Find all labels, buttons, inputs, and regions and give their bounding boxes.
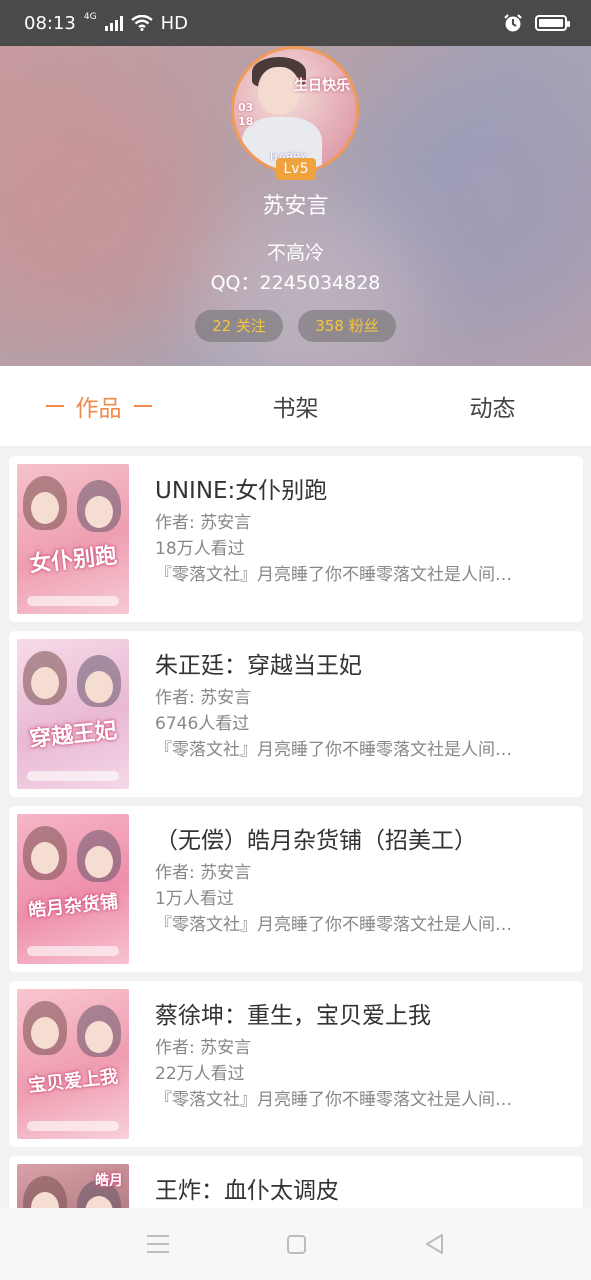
- tab-works[interactable]: 作品: [0, 366, 197, 446]
- alarm-icon: [504, 14, 522, 32]
- work-title: （无偿）皓月杂货铺（招美工）: [155, 828, 477, 854]
- work-card[interactable]: 皓月杂货铺 （无偿）皓月杂货铺（招美工） 作者: 苏安言 1万人看过 『零落文社…: [9, 806, 583, 972]
- work-title: 王炸：血仆太调皮: [155, 1178, 339, 1204]
- following-count-button[interactable]: 22 关注: [195, 310, 283, 342]
- work-card[interactable]: 穿越王妃 朱正廷：穿越当王妃 作者: 苏安言 6746人看过 『零落文社』月亮睡…: [9, 631, 583, 797]
- hd-indicator: HD: [160, 12, 188, 34]
- avatar-birthday-text: 生日快乐: [294, 78, 350, 94]
- work-views: 6746人看过: [155, 714, 250, 734]
- status-bar: 08:13 4G HD: [0, 0, 591, 46]
- works-list: 女仆别跑 UNINE:女仆别跑 作者: 苏安言 18万人看过 『零落文社』月亮睡…: [9, 456, 583, 1280]
- battery-icon: [535, 15, 570, 31]
- menu-icon[interactable]: [147, 1235, 169, 1253]
- work-views: 18万人看过: [155, 539, 245, 559]
- book-cover: 宝贝爱上我: [17, 989, 129, 1139]
- signal-icon: [104, 15, 123, 31]
- work-title: UNINE:女仆别跑: [155, 478, 328, 504]
- book-cover: 皓月杂货铺: [17, 814, 129, 964]
- avatar-date: 03 18: [238, 101, 254, 128]
- work-author: 作者: 苏安言: [155, 688, 252, 708]
- network-type: 4G: [83, 11, 97, 22]
- work-title: 蔡徐坤：重生，宝贝爱上我: [155, 1003, 431, 1029]
- home-icon[interactable]: [287, 1234, 306, 1254]
- level-badge: Lv5: [276, 158, 316, 180]
- work-author: 作者: 苏安言: [155, 513, 252, 533]
- work-description: 『零落文社』月亮睡了你不睡零落文社是人间…: [155, 1090, 512, 1110]
- fans-count-button[interactable]: 358 粉丝: [298, 310, 396, 342]
- profile-tabs: 作品 书架 动态: [0, 366, 591, 446]
- status-right: [503, 13, 570, 33]
- work-views: 1万人看过: [155, 889, 234, 909]
- avatar[interactable]: 03 18 生日快乐 HAPPY: [231, 46, 359, 174]
- work-description: 『零落文社』月亮睡了你不睡零落文社是人间…: [155, 915, 512, 935]
- user-qq: QQ：2245034828: [210, 272, 381, 294]
- work-author: 作者: 苏安言: [155, 863, 252, 883]
- tab-bookshelf[interactable]: 书架: [197, 366, 394, 446]
- profile-header: 03 18 生日快乐 HAPPY Lv5 苏安言 不高冷 QQ：22450348…: [0, 46, 591, 366]
- back-icon[interactable]: [424, 1233, 444, 1255]
- work-views: 22万人看过: [155, 1064, 245, 1084]
- status-left: 08:13 4G HD: [24, 11, 188, 34]
- status-time: 08:13: [24, 12, 76, 34]
- book-cover: 穿越王妃: [17, 639, 129, 789]
- work-card[interactable]: 宝贝爱上我 蔡徐坤：重生，宝贝爱上我 作者: 苏安言 22万人看过 『零落文社』…: [9, 981, 583, 1147]
- book-cover: 女仆别跑: [17, 464, 129, 614]
- wifi-icon: [130, 15, 153, 31]
- work-card[interactable]: 女仆别跑 UNINE:女仆别跑 作者: 苏安言 18万人看过 『零落文社』月亮睡…: [9, 456, 583, 622]
- system-nav-bar: [0, 1208, 591, 1280]
- user-name: 苏安言: [262, 194, 329, 219]
- tab-activity[interactable]: 动态: [394, 366, 591, 446]
- user-signature: 不高冷: [266, 242, 324, 264]
- work-description: 『零落文社』月亮睡了你不睡零落文社是人间…: [155, 740, 512, 760]
- work-author: 作者: 苏安言: [155, 1038, 252, 1058]
- work-title: 朱正廷：穿越当王妃: [155, 653, 362, 679]
- work-description: 『零落文社』月亮睡了你不睡零落文社是人间…: [155, 565, 512, 585]
